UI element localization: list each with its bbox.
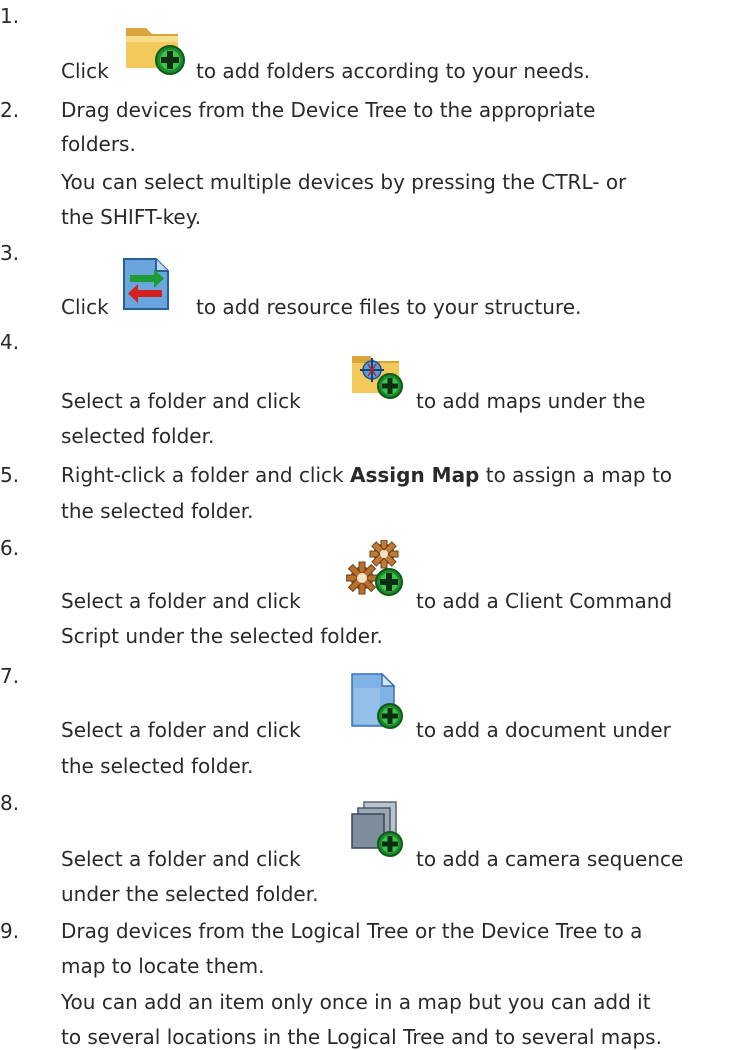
map-add-icon — [352, 356, 403, 399]
step-number: 9. — [0, 919, 20, 943]
step-text: under the selected folder. — [61, 882, 319, 906]
step-text: You can add an item only once in a map b… — [61, 990, 651, 1014]
step-text: Drag devices from the Device Tree to the… — [61, 98, 596, 122]
step-text: Select a folder and click — [61, 847, 301, 871]
step-text: Drag devices from the Logical Tree or th… — [61, 919, 643, 943]
resource-file-icon — [123, 258, 169, 310]
step-number: 8. — [0, 791, 20, 815]
assign-map-label: Assign Map — [350, 463, 480, 487]
step-text-after: to add a camera sequence — [416, 847, 684, 871]
step-number: 6. — [0, 536, 20, 560]
step-text: to several locations in the Logical Tree… — [61, 1025, 662, 1049]
step-number: 7. — [0, 664, 20, 688]
step-text: the SHIFT-key. — [61, 205, 202, 229]
step-text: map to locate them. — [61, 954, 265, 978]
step-text: Click — [61, 295, 109, 319]
document-add-icon — [351, 672, 403, 729]
step-text: selected folder. — [61, 424, 215, 448]
step-text: the selected folder. — [61, 754, 254, 778]
step-text-after: to add a document under — [416, 718, 671, 742]
step-number: 3. — [0, 241, 20, 265]
folder-add-icon — [126, 28, 185, 75]
step-number: 4. — [0, 330, 20, 354]
step-text: You can select multiple devices by press… — [61, 170, 627, 194]
step-text: Select a folder and click — [61, 389, 301, 413]
step-text-after: to add resource files to your structure. — [196, 295, 582, 319]
step-text-after: to add folders according to your needs. — [196, 59, 591, 83]
step-text-after: to add a Client Command — [416, 589, 673, 613]
step-number: 1. — [0, 4, 20, 28]
step-text: Select a folder and click — [61, 589, 301, 613]
sequence-add-icon — [351, 801, 403, 857]
step-text: Right-click a folder and click Assign Ma… — [61, 463, 673, 487]
gears-add-icon — [346, 540, 403, 596]
step-text: the selected folder. — [61, 499, 254, 523]
step-text: folders. — [61, 132, 136, 156]
step-number: 2. — [0, 98, 20, 122]
step-text: Select a folder and click — [61, 718, 301, 742]
step-text: Click — [61, 59, 109, 83]
step-number: 5. — [0, 463, 20, 487]
step-text: Script under the selected folder. — [61, 624, 383, 648]
step-text-after: to add maps under the — [416, 389, 646, 413]
